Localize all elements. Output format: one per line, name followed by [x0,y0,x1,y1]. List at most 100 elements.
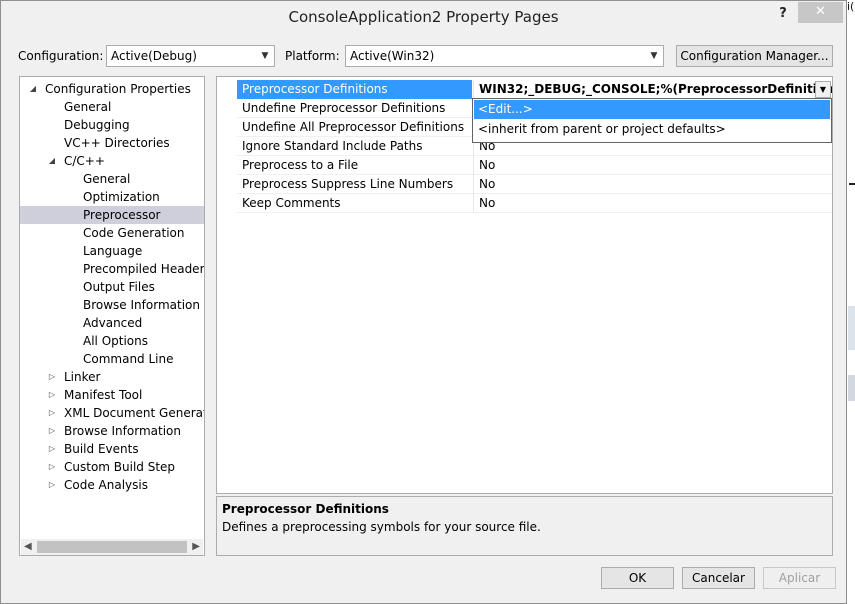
collapsed-triangle-icon[interactable]: ▷ [47,476,57,494]
configuration-manager-button[interactable]: Configuration Manager... [676,45,833,67]
help-button[interactable]: ? [771,5,795,25]
tree-item-label: Build Events [64,442,139,456]
tree-item[interactable]: Advanced [20,314,204,332]
tree-item-label: Browse Information [83,298,200,312]
collapsed-triangle-icon[interactable]: ▷ [47,458,57,476]
background-text: i( [847,0,855,13]
tree-item[interactable]: All Options [20,332,204,350]
tree-item[interactable]: Optimization [20,188,204,206]
tree-item[interactable]: Debugging [20,116,204,134]
background-window-fragment: i( [847,0,855,604]
tree-item[interactable]: ◢ C/C++ [20,152,204,170]
collapsed-triangle-icon[interactable]: ▷ [47,404,57,422]
expanded-triangle-icon[interactable]: ◢ [47,152,57,170]
expanded-triangle-icon[interactable]: ◢ [28,80,38,98]
configuration-combo[interactable]: Active(Debug) ▼ [106,45,275,67]
tree-item[interactable]: VC++ Directories [20,134,204,152]
tree-item-label: Output Files [83,280,155,294]
tree-item-label: Optimization [83,190,160,204]
property-name: Preprocessor Definitions [237,80,472,99]
property-row[interactable]: Preprocess to a File No [237,156,832,175]
tree-item[interactable]: ▷ Build Events [20,440,204,458]
chevron-down-icon: ▼ [650,51,658,61]
tree-item-label: General [83,172,131,186]
cancel-button[interactable]: Cancelar [682,567,755,589]
window-title: ConsoleApplication2 Property Pages [288,8,559,26]
dropdown-option[interactable]: <Edit...> [474,100,830,119]
chevron-down-icon[interactable]: ▼ [815,81,831,98]
tree-item-label: Precompiled Headers [83,262,205,276]
tree-item-label: General [64,100,112,114]
tree-item-label: Preprocessor [83,208,161,222]
tree-item-label: Browse Information [64,424,181,438]
tree-item[interactable]: General [20,170,204,188]
background-mark [849,183,855,185]
tree-item-label: Linker [64,370,101,384]
tree-item-label: Code Analysis [64,478,148,492]
property-name: Undefine All Preprocessor Definitions [242,120,465,134]
tree-horizontal-scrollbar[interactable]: ◀ ▶ [21,539,203,555]
close-button[interactable]: ✕ [798,2,843,23]
property-tree[interactable]: ◢ Configuration Properties General Debuggin… [19,76,205,556]
property-name: Undefine Preprocessor Definitions [242,101,446,115]
tree-item[interactable]: Preprocessor [20,206,204,224]
dropdown-option[interactable]: <inherit from parent or project defaults… [474,120,830,139]
scrollbar-thumb[interactable] [37,541,187,553]
property-row[interactable]: Keep Comments No [237,194,832,213]
background-panel [848,375,855,401]
tree-item-label: Language [83,244,143,258]
collapsed-triangle-icon[interactable]: ▷ [47,368,57,386]
tree-item[interactable]: ▷ Code Analysis [20,476,204,494]
tree-item[interactable]: Precompiled Headers [20,260,204,278]
collapsed-triangle-icon[interactable]: ▷ [47,440,57,458]
tree-item[interactable]: Output Files [20,278,204,296]
platform-combo[interactable]: Active(Win32) ▼ [345,45,664,67]
tree-item-label: Configuration Properties [45,82,191,96]
property-value[interactable]: WIN32;_DEBUG;_CONSOLE;%(PreprocessorDefi… [473,80,832,99]
platform-label: Platform: [285,49,340,63]
property-pages-dialog: ConsoleApplication2 Property Pages ? ✕ C… [0,0,847,604]
tree-item-label: C/C++ [64,154,105,168]
tree-item-label: VC++ Directories [64,136,170,150]
tree-item[interactable]: Browse Information [20,296,204,314]
property-row[interactable]: Preprocess Suppress Line Numbers No [237,175,832,194]
tree-item[interactable]: Language [20,242,204,260]
collapsed-triangle-icon[interactable]: ▷ [47,422,57,440]
ok-button[interactable]: OK [601,567,674,589]
property-name: Preprocess Suppress Line Numbers [242,177,454,191]
tree-item[interactable]: ▷ Custom Build Step [20,458,204,476]
property-value[interactable]: No [473,194,832,213]
tree-item[interactable]: ▷ Manifest Tool [20,386,204,404]
value-dropdown-list[interactable]: <Edit...> <inherit from parent or project… [472,98,832,143]
tree-item[interactable]: ▷ Linker [20,368,204,386]
description-title: Preprocessor Definitions [222,502,389,516]
tree-item[interactable]: ◢ Configuration Properties [20,80,204,98]
tree-item-label: Code Generation [83,226,185,240]
collapsed-triangle-icon[interactable]: ▷ [47,386,57,404]
tree-item[interactable]: General [20,98,204,116]
tree-item-label: XML Document Generator [64,406,205,420]
property-value[interactable]: No [473,175,832,194]
scroll-left-icon[interactable]: ◀ [24,539,32,555]
background-panel [848,306,855,350]
tree-item-label: Debugging [64,118,130,132]
tree-item-label: All Options [83,334,148,348]
property-name: Ignore Standard Include Paths [242,139,423,153]
tree-item[interactable]: ▷ Browse Information [20,422,204,440]
property-name: Preprocess to a File [242,158,359,172]
description-text: Defines a preprocessing symbols for your… [222,520,541,534]
property-value[interactable]: No [473,156,832,175]
apply-button[interactable]: Aplicar [763,567,836,589]
platform-value: Active(Win32) [350,49,435,63]
tree-item[interactable]: Command Line [20,350,204,368]
configuration-label: Configuration: [18,49,104,63]
tree-item[interactable]: Code Generation [20,224,204,242]
tree-item-label: Custom Build Step [64,460,176,474]
tree-item-label: Advanced [83,316,143,330]
tree-item[interactable]: ▷ XML Document Generator [20,404,204,422]
scroll-right-icon[interactable]: ▶ [192,539,200,555]
property-row[interactable]: Preprocessor Definitions WIN32;_DEBUG;_CO… [237,80,832,99]
configuration-value: Active(Debug) [111,49,197,63]
title-bar[interactable]: ConsoleApplication2 Property Pages ? ✕ [1,1,846,33]
chevron-down-icon: ▼ [261,51,269,61]
